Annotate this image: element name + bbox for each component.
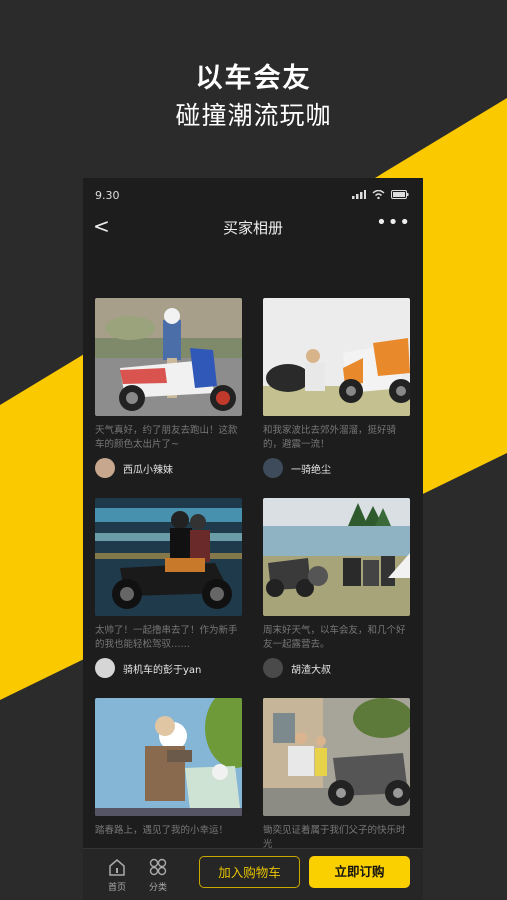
phone-screen: 9.30 < 买家相册 ••• 天气真好，约了朋友去跑山！这款车的颜色太出片了~… bbox=[83, 178, 423, 900]
post-photo bbox=[95, 498, 242, 616]
status-bar: 9.30 bbox=[83, 178, 423, 212]
post-photo bbox=[95, 698, 242, 816]
top-nav: < 买家相册 ••• bbox=[83, 212, 423, 242]
post-caption: 和我家波比去郊外溜溜，挺好骑的，避震一流！ bbox=[263, 425, 397, 450]
bottom-bar: 首页 分类 加入购物车 立即订购 bbox=[83, 848, 423, 900]
home-icon bbox=[109, 859, 125, 876]
promo-headline: 以车会友 bbox=[195, 63, 312, 94]
post-photo bbox=[263, 698, 410, 816]
album-card[interactable]: 天气真好，约了朋友去跑山！这款车的颜色太出片了~ 西瓜小辣妹 bbox=[95, 298, 242, 488]
tab-category[interactable]: 分类 bbox=[138, 857, 178, 893]
wifi-icon bbox=[372, 190, 385, 199]
tab-home-label: 首页 bbox=[107, 883, 126, 893]
tab-home[interactable]: 首页 bbox=[97, 857, 137, 893]
status-time: 9.30 bbox=[95, 189, 120, 202]
avatar[interactable] bbox=[95, 658, 115, 678]
post-photo bbox=[95, 298, 242, 416]
promo-subheadline: 碰撞潮流玩咖 bbox=[175, 101, 332, 130]
album-card[interactable]: 太帅了！一起撸串去了！作为新手的我也能轻松驾驭…… 骑机车的彭于yan bbox=[95, 498, 242, 688]
username[interactable]: 骑机车的彭于yan bbox=[123, 661, 201, 676]
avatar[interactable] bbox=[95, 458, 115, 478]
page-title: 买家相册 bbox=[222, 219, 283, 237]
more-button[interactable]: ••• bbox=[376, 212, 411, 233]
post-photo bbox=[263, 298, 410, 416]
post-caption: 太帅了！一起撸串去了！作为新手的我也能轻松驾驭…… bbox=[95, 625, 238, 650]
category-icon bbox=[149, 858, 167, 876]
username[interactable]: 一骑绝尘 bbox=[291, 461, 331, 476]
add-to-cart-button[interactable]: 加入购物车 bbox=[199, 856, 300, 888]
battery-icon bbox=[391, 190, 409, 199]
avatar[interactable] bbox=[263, 658, 283, 678]
avatar[interactable] bbox=[263, 458, 283, 478]
album-card[interactable]: 和我家波比去郊外溜溜，挺好骑的，避震一流！ 一骑绝尘 bbox=[263, 298, 410, 488]
username[interactable]: 西瓜小辣妹 bbox=[123, 461, 173, 476]
post-photo bbox=[263, 498, 410, 616]
tab-category-label: 分类 bbox=[148, 883, 167, 893]
post-caption: 天气真好，约了朋友去跑山！这款车的颜色太出片了~ bbox=[95, 425, 238, 450]
album-card[interactable]: 周末好天气，以车会友，和几个好友一起露营去。 胡渣大叔 bbox=[263, 498, 410, 688]
signal-icon bbox=[352, 190, 366, 199]
username[interactable]: 胡渣大叔 bbox=[291, 661, 331, 676]
buy-now-button[interactable]: 立即订购 bbox=[309, 856, 410, 888]
post-caption: 周末好天气，以车会友，和几个好友一起露营去。 bbox=[263, 625, 406, 650]
